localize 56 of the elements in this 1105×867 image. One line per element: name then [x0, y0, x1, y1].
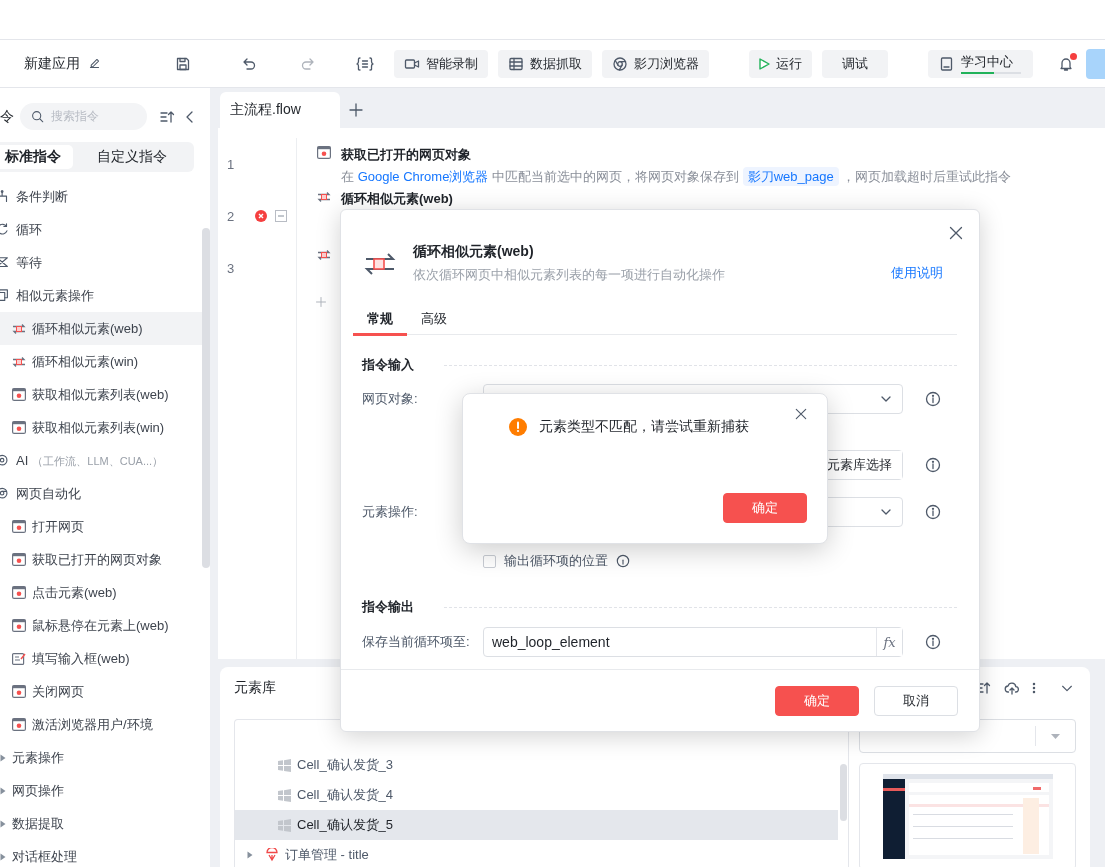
run-button[interactable]: 运行 — [749, 49, 812, 78]
command-item[interactable]: 打开网页 — [0, 510, 203, 543]
panel-title: 令 — [0, 107, 14, 126]
tab[interactable]: 自定义指令 — [73, 145, 191, 169]
panel-title: 元素库 — [234, 679, 276, 697]
command-group[interactable]: 循环 — [0, 213, 203, 246]
tab[interactable]: 高级 — [407, 304, 461, 336]
command-item[interactable]: 获取已打开的网页对象 — [0, 543, 203, 576]
command-group[interactable]: 条件判断 — [0, 180, 203, 213]
debug-button[interactable]: 调试 — [822, 49, 888, 78]
field-label: 网页对象: — [362, 390, 419, 408]
line-number: 2 — [227, 208, 236, 224]
command-item[interactable]: 关闭网页 — [0, 675, 203, 708]
alert-message: 元素类型不匹配，请尝试重新捕获 — [539, 418, 750, 436]
app-name: 新建应用 — [24, 54, 80, 73]
toolbar-button[interactable]: 数据抓取 — [498, 49, 592, 78]
field-label: 元素操作: — [362, 503, 419, 521]
command-item[interactable]: 鼠标悬停在元素上(web) — [0, 609, 203, 642]
command-item[interactable]: 获取相似元素列表(win) — [0, 411, 203, 444]
help-link[interactable]: 使用说明 — [891, 264, 943, 282]
tab[interactable]: 常规 — [353, 304, 407, 336]
checkbox-label: 输出循环项的位置 — [504, 552, 608, 570]
command-item[interactable]: 获取相似元素列表(web) — [0, 378, 203, 411]
input-field[interactable]: web_loop_element fx — [483, 627, 903, 657]
variable-tag[interactable]: 影刀web_page — [742, 167, 839, 186]
command-group[interactable]: 数据提取 — [0, 807, 203, 840]
section-title: 指令输入 — [362, 356, 414, 374]
formula-button[interactable]: fx — [876, 628, 902, 656]
step-title: 循环相似元素(web) — [341, 190, 453, 208]
command-item[interactable]: 激活浏览器用户/环境 — [0, 708, 203, 741]
element-row[interactable]: Cell_确认发货_5 — [235, 810, 838, 840]
command-group[interactable]: 网页自动化 — [0, 477, 203, 510]
command-group[interactable]: 等待 — [0, 246, 203, 279]
command-group[interactable]: AI （工作流、LLM、CUA...） — [0, 444, 203, 477]
step-title: 获取已打开的网页对象 — [341, 146, 472, 164]
command-item[interactable]: 点击元素(web) — [0, 576, 203, 609]
learning-center-button[interactable]: 学习中心 — [928, 49, 1033, 78]
line-number: 1 — [227, 156, 236, 172]
line-number: 3 — [227, 260, 236, 276]
command-item[interactable]: 循环相似元素(web) — [0, 312, 203, 345]
command-group[interactable]: 网页操作 — [0, 774, 203, 807]
toolbar-button[interactable]: 智能录制 — [394, 49, 488, 78]
browser-link[interactable]: Google Chrome浏览器 — [357, 169, 489, 184]
command-item[interactable]: 填写输入框(web) — [0, 642, 203, 675]
step-description: 在 Google Chrome浏览器 中匹配当前选中的网页，将网页对象保存到 影刀web_page ，网页加载超时后重试此指令 — [341, 168, 1012, 186]
file-tab[interactable]: 主流程.flow — [220, 92, 340, 128]
cancel-button[interactable]: 取消 — [874, 685, 958, 716]
section-title: 指令输出 — [362, 598, 414, 616]
field-label: 保存当前循环项至: — [362, 633, 471, 651]
dialog-title: 循环相似元素(web) — [413, 243, 535, 261]
tab[interactable]: 标准指令 — [0, 145, 73, 169]
command-group[interactable]: 相似元素操作 — [0, 279, 203, 312]
command-group[interactable]: 对话框处理 — [0, 840, 203, 867]
command-group[interactable]: 元素操作 — [0, 741, 203, 774]
toolbar-button[interactable]: 影刀浏览器 — [602, 49, 709, 78]
command-item[interactable]: 循环相似元素(win) — [0, 345, 203, 378]
